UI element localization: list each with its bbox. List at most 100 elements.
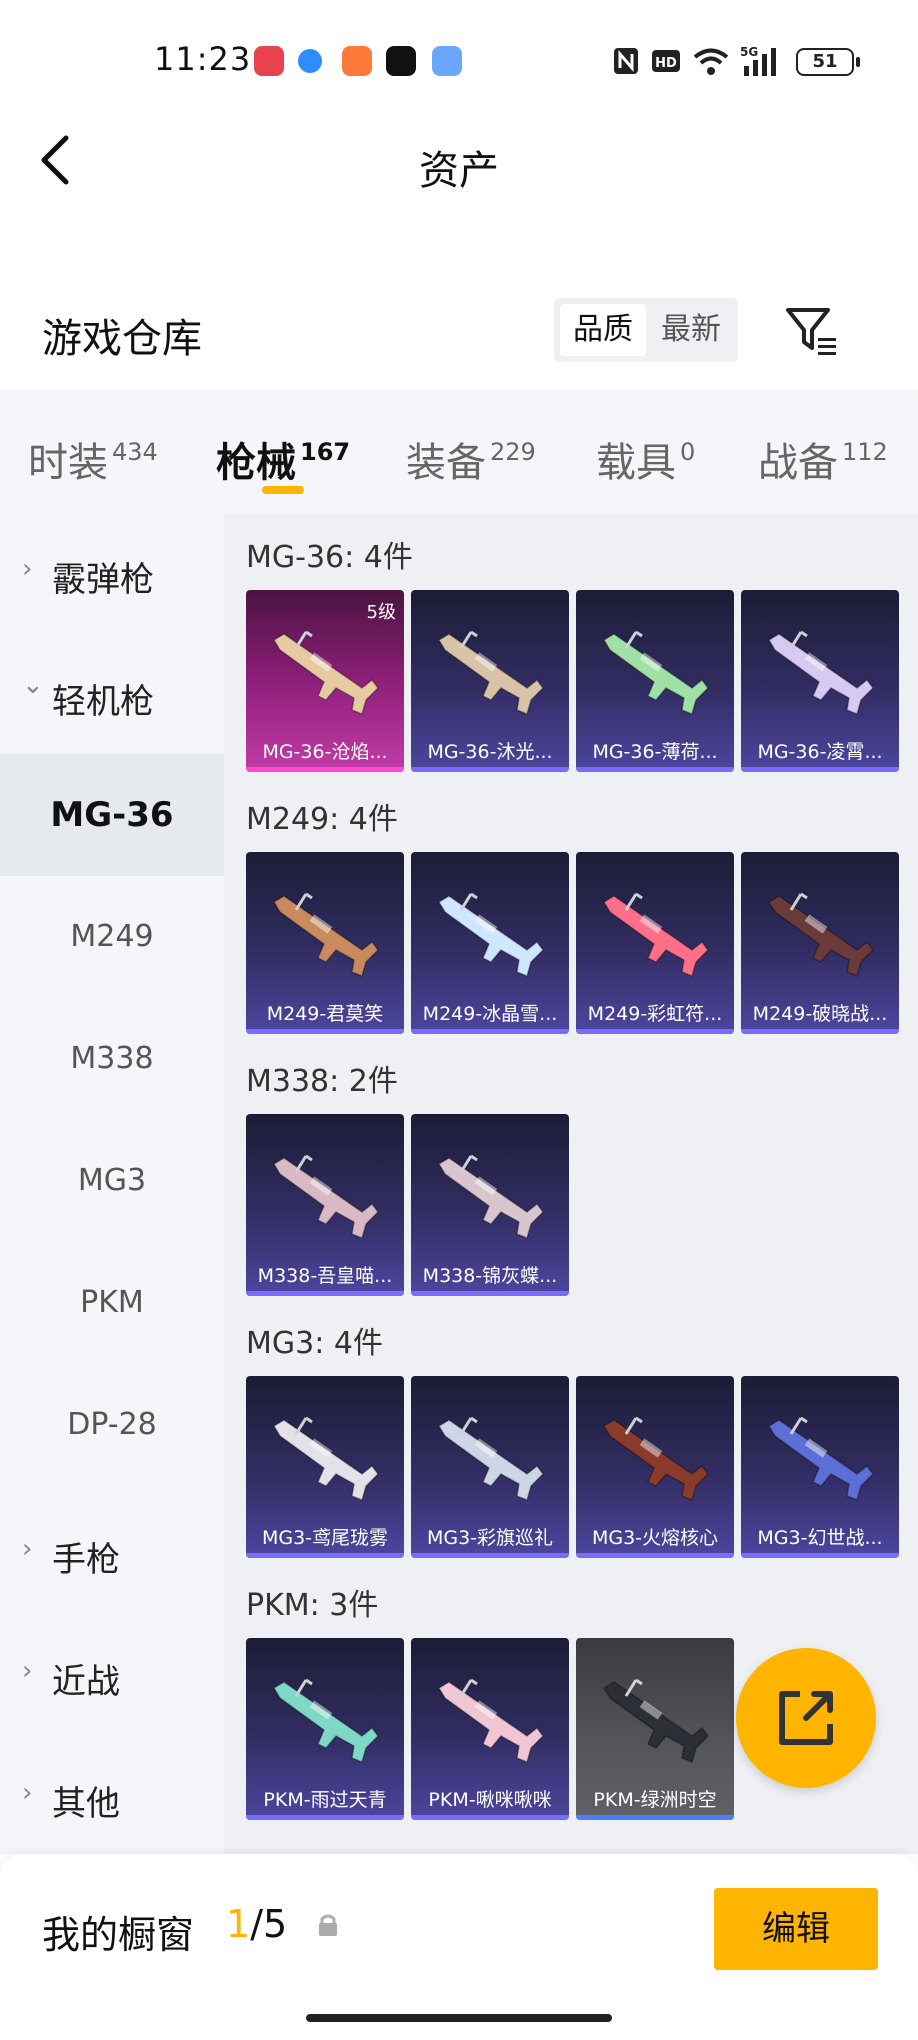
tab-count: 434 — [112, 438, 158, 466]
sidebar: › 霰弹枪 ⌄ 轻机枪 MG-36 M249 M338 MG3 PKM DP-2… — [0, 514, 224, 1854]
weapon-icon — [272, 630, 379, 716]
sidebar-group-label: 其他 — [52, 1784, 120, 1824]
item-card[interactable]: M338-锦灰蝶... — [411, 1114, 569, 1296]
group-title: PKM: 3件 — [246, 1588, 379, 1623]
chevron-right-icon: › — [22, 1534, 33, 1564]
hd-icon: HD — [652, 50, 680, 72]
item-name: MG-36-薄荷... — [592, 741, 718, 763]
sort-option-quality[interactable]: 品质 — [560, 304, 646, 356]
tab-weapons[interactable]: 枪械 167 — [216, 430, 350, 488]
rarity-bar — [411, 767, 569, 772]
tab-fashion[interactable]: 时装 434 — [28, 430, 158, 488]
rarity-bar — [246, 1029, 404, 1034]
item-level: 5级 — [366, 602, 396, 623]
showcase-count: 1/5 — [226, 1902, 287, 1946]
rarity-bar — [576, 1553, 734, 1558]
weapon-icon — [437, 630, 544, 716]
weapon-icon — [767, 892, 874, 978]
showcase-bar: 我的橱窗 1/5 编辑 — [0, 1854, 918, 2040]
sort-option-newest[interactable]: 最新 — [648, 304, 734, 356]
item-card[interactable]: PKM-雨过天青 — [246, 1638, 404, 1820]
sidebar-item-m249[interactable]: M249 — [0, 876, 224, 998]
battery-indicator: 51 — [796, 48, 860, 76]
sidebar-item-dp28[interactable]: DP-28 — [0, 1364, 224, 1486]
item-name: M249-冰晶雪... — [422, 1003, 558, 1025]
rarity-bar — [741, 1553, 899, 1558]
item-card[interactable]: MG3-彩旗巡礼 — [411, 1376, 569, 1558]
rarity-bar — [246, 1291, 404, 1296]
item-card[interactable]: M249-彩虹符... — [576, 852, 734, 1034]
sidebar-group-lmg[interactable]: ⌄ 轻机枪 — [0, 636, 224, 756]
warehouse-title: 游戏仓库 — [42, 316, 202, 362]
item-card[interactable]: M249-君莫笑 — [246, 852, 404, 1034]
category-tabs: 时装 434 枪械 167 装备 229 载具 0 战备 112 — [0, 390, 918, 514]
showcase-label: 我的橱窗 — [42, 1913, 195, 1957]
tab-vehicles[interactable]: 载具 0 — [596, 430, 695, 488]
tab-count: 112 — [842, 438, 888, 466]
tab-label: 装备 — [406, 440, 486, 486]
page-title: 资产 — [419, 148, 499, 194]
tab-label: 枪械 — [216, 440, 296, 486]
browser-app-icon — [298, 49, 322, 73]
item-card[interactable]: MG-36-薄荷... — [576, 590, 734, 772]
item-card[interactable]: MG3-鸢尾珑雾 — [246, 1376, 404, 1558]
item-card[interactable]: 5级 MG-36-沧焰... — [246, 590, 404, 772]
share-icon — [779, 1691, 833, 1745]
item-card[interactable]: MG-36-沐光... — [411, 590, 569, 772]
weapon-icon — [437, 1678, 544, 1764]
item-name: PKM-雨过天青 — [263, 1789, 387, 1811]
sidebar-item-mg36[interactable]: MG-36 — [0, 754, 224, 876]
tab-count: 167 — [300, 438, 351, 466]
sidebar-group-shotgun[interactable]: › 霰弹枪 — [0, 514, 224, 634]
sidebar-group-other[interactable]: › 其他 — [0, 1738, 224, 1858]
weapon-icon — [602, 1678, 709, 1764]
rarity-bar — [411, 1291, 569, 1296]
rarity-bar — [741, 767, 899, 772]
group-title: MG-36: 4件 — [246, 540, 413, 575]
item-card[interactable]: MG3-幻世战... — [741, 1376, 899, 1558]
sidebar-item-pkm[interactable]: PKM — [0, 1242, 224, 1364]
item-name: MG-36-凌霄... — [757, 741, 883, 763]
item-name: MG3-鸢尾珑雾 — [261, 1527, 389, 1549]
item-card[interactable]: PKM-啾咪啾咪 — [411, 1638, 569, 1820]
item-card[interactable]: M338-吾皇喵... — [246, 1114, 404, 1296]
weapon-icon — [602, 630, 709, 716]
weapon-icon — [602, 1416, 709, 1502]
video-app-icon — [254, 46, 284, 76]
item-card[interactable]: M249-冰晶雪... — [411, 852, 569, 1034]
weapon-icon — [437, 1154, 544, 1240]
rarity-bar — [576, 1815, 734, 1820]
chevron-right-icon: › — [22, 1778, 33, 1808]
tab-label: 战备 — [758, 440, 838, 486]
rarity-bar — [411, 1815, 569, 1820]
group-title: M338: 2件 — [246, 1064, 398, 1099]
item-card[interactable]: MG-36-凌霄... — [741, 590, 899, 772]
tab-supplies[interactable]: 战备 112 — [758, 430, 888, 488]
share-button[interactable] — [736, 1648, 876, 1788]
tab-equipment[interactable]: 装备 229 — [406, 430, 536, 488]
rarity-bar — [576, 1029, 734, 1034]
rarity-bar — [246, 1553, 404, 1558]
filter-icon[interactable] — [780, 298, 842, 360]
edit-button[interactable]: 编辑 — [714, 1888, 878, 1970]
sidebar-group-label: 霰弹枪 — [52, 560, 154, 600]
item-name: PKM-啾咪啾咪 — [428, 1789, 552, 1811]
item-card[interactable]: M249-破晓战... — [741, 852, 899, 1034]
weapon-icon — [437, 892, 544, 978]
rarity-bar — [246, 767, 404, 772]
sidebar-group-label: 手枪 — [52, 1540, 120, 1580]
sidebar-group-melee[interactable]: › 近战 — [0, 1616, 224, 1736]
item-card[interactable]: PKM-绿洲时空 — [576, 1638, 734, 1820]
sidebar-group-pistol[interactable]: › 手枪 — [0, 1494, 224, 1614]
tab-label: 时装 — [28, 440, 108, 486]
sidebar-item-mg3[interactable]: MG3 — [0, 1120, 224, 1242]
rarity-bar — [411, 1553, 569, 1558]
game-app-icon — [342, 46, 372, 76]
sidebar-item-m338[interactable]: M338 — [0, 998, 224, 1120]
weapon-icon — [272, 892, 379, 978]
showcase-current: 1 — [226, 1902, 251, 1946]
signal-icon: 5G — [740, 45, 776, 76]
weapon-icon — [767, 1416, 874, 1502]
item-name: M249-君莫笑 — [266, 1003, 384, 1025]
item-card[interactable]: MG3-火熔核心 — [576, 1376, 734, 1558]
